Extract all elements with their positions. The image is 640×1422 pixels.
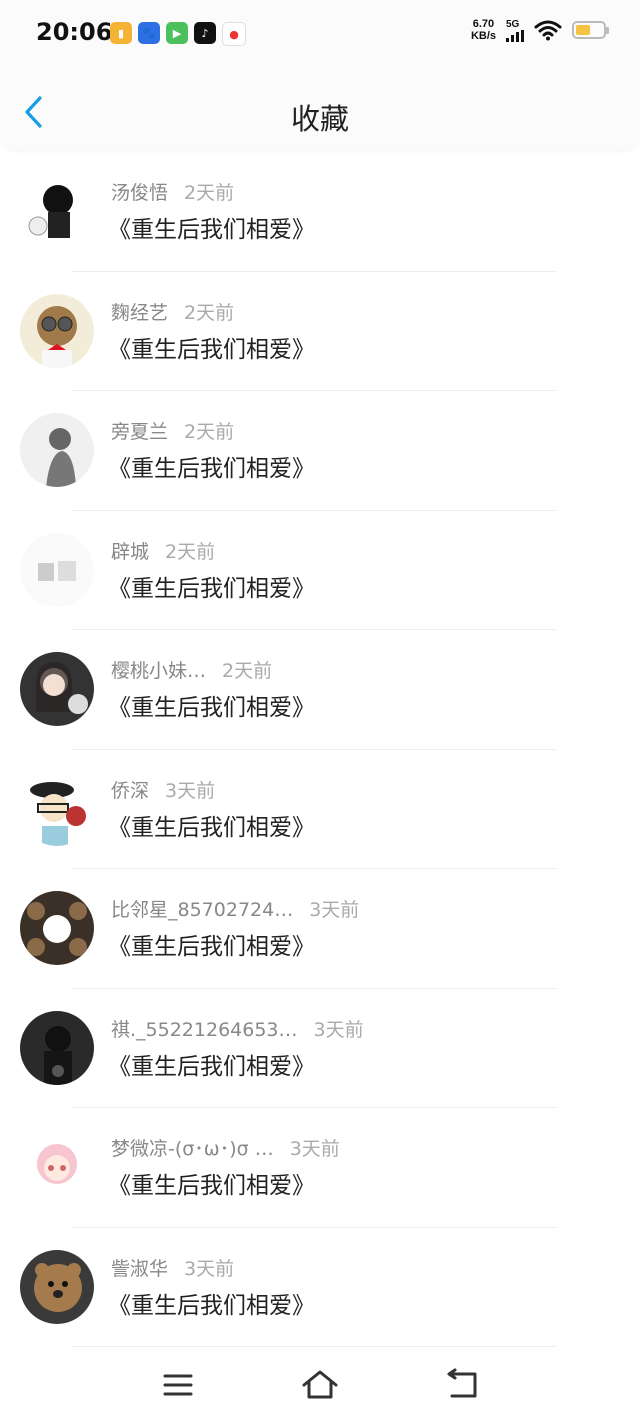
item-meta: 比邻星_85702724… 3天前 [111, 895, 359, 922]
book-title[interactable]: 《重生后我们相爱》 [108, 330, 315, 364]
item-meta: 旁夏兰 2天前 [111, 417, 234, 444]
item-meta: 侨深 3天前 [111, 776, 215, 803]
timestamp: 3天前 [309, 899, 360, 921]
book-title[interactable]: 《重生后我们相爱》 [108, 1047, 315, 1081]
avatar[interactable] [20, 1130, 94, 1204]
timestamp: 3天前 [289, 1138, 340, 1160]
favorites-list: 汤俊悟 2天前 《重生后我们相爱》 麴经艺 2天前 《重生后我们相爱》 旁夏兰 2天前 《重生后… [0, 152, 640, 1347]
favorite-list-item[interactable]: 侨深 3天前《重生后我们相爱》 [0, 750, 640, 869]
item-meta: 訾淑华 3天前 [111, 1254, 234, 1281]
avatar[interactable] [20, 771, 94, 846]
divider [72, 1346, 556, 1347]
page-header: 收藏 [0, 68, 640, 150]
item-meta: 汤俊悟 2天前 [111, 178, 234, 205]
timestamp: 2天前 [184, 421, 235, 443]
status-time: 20:06 [36, 18, 113, 46]
book-title[interactable]: 《重生后我们相爱》 [108, 1166, 315, 1200]
home-button[interactable] [300, 1368, 340, 1402]
system-nav-bar [0, 1352, 640, 1422]
timestamp: 2天前 [165, 540, 216, 563]
item-meta: 梦微凉-(σ･ω･)σ … 3天前 [111, 1134, 340, 1161]
username[interactable]: 辟城 [111, 541, 149, 563]
page-title: 收藏 [290, 102, 349, 136]
timestamp: 2天前 [184, 301, 235, 324]
menu-button[interactable] [158, 1368, 198, 1402]
home-icon [302, 1370, 338, 1399]
book-title[interactable]: 《重生后我们相爱》 [108, 210, 315, 244]
avatar[interactable] [20, 1249, 94, 1324]
username[interactable]: 汤俊悟 [111, 182, 168, 204]
favorite-list-item[interactable]: 比邻星_85702724… 3天前《重生后我们相爱》 [0, 869, 640, 989]
username[interactable]: 梦微凉-(σ･ω･)σ … [111, 1138, 274, 1160]
favorite-list-item[interactable]: 汤俊悟 2天前《重生后我们相爱》 [0, 152, 640, 272]
book-title[interactable]: 《重生后我们相爱》 [108, 688, 315, 722]
menu-icon [163, 1374, 193, 1396]
timestamp: 2天前 [184, 182, 235, 204]
book-title[interactable]: 《重生后我们相爱》 [108, 927, 315, 961]
avatar[interactable] [20, 532, 94, 607]
book-title[interactable]: 《重生后我们相爱》 [108, 1286, 315, 1320]
network-speed: 6.70 KB/s [471, 18, 496, 42]
timestamp: 3天前 [313, 1018, 364, 1041]
favorite-list-item[interactable]: 麴经艺 2天前《重生后我们相爱》 [0, 272, 640, 391]
item-meta: 辟城 2天前 [111, 537, 215, 564]
favorite-list-item[interactable]: 旁夏兰 2天前《重生后我们相爱》 [0, 391, 640, 511]
network-speed-unit: KB/s [470, 30, 496, 42]
baidu-icon: 🐾 [138, 22, 160, 44]
avatar[interactable] [20, 1010, 94, 1085]
username[interactable]: 比邻星_85702724… [111, 899, 293, 921]
timestamp: 2天前 [222, 660, 273, 682]
username[interactable]: 旁夏兰 [111, 421, 168, 443]
username[interactable]: 祺._55221264653… [111, 1019, 298, 1041]
book-title[interactable]: 《重生后我们相爱》 [108, 449, 315, 483]
network-speed-value: 6.70 [472, 18, 495, 30]
username[interactable]: 侨深 [111, 780, 149, 802]
video-app-icon: ▶ [166, 22, 188, 44]
battery-level [576, 25, 591, 35]
item-meta: 祺._55221264653… 3天前 [111, 1015, 364, 1042]
username[interactable]: 麴经艺 [111, 302, 168, 324]
book-title[interactable]: 《重生后我们相爱》 [108, 808, 315, 842]
status-bar: 20:06 ▮ 🐾 ▶ ♪ ● 6.70 KB/s 5G [0, 0, 640, 68]
map-pin-icon: ● [222, 22, 246, 46]
app-notification-icon: ▮ [110, 22, 132, 44]
avatar[interactable] [20, 413, 94, 487]
username[interactable]: 訾淑华 [111, 1258, 168, 1280]
book-title[interactable]: 《重生后我们相爱》 [108, 569, 315, 603]
avatar[interactable] [20, 891, 94, 965]
timestamp: 3天前 [165, 779, 216, 802]
timestamp: 3天前 [184, 1257, 235, 1280]
return-icon [447, 1368, 477, 1398]
tiktok-icon: ♪ [194, 22, 216, 44]
recent-back-button[interactable] [442, 1368, 482, 1402]
favorite-list-item[interactable]: 樱桃小妹… 2天前《重生后我们相爱》 [0, 630, 640, 750]
cellular-signal-icon: 5G [506, 19, 524, 42]
network-type: 5G [506, 18, 520, 30]
wifi-icon [534, 20, 562, 41]
item-meta: 樱桃小妹… 2天前 [111, 656, 272, 683]
favorite-list-item[interactable]: 梦微凉-(σ･ω･)σ … 3天前《重生后我们相爱》 [0, 1108, 640, 1228]
favorite-list-item[interactable]: 辟城 2天前《重生后我们相爱》 [0, 511, 640, 630]
avatar[interactable] [20, 174, 94, 248]
avatar[interactable] [20, 293, 94, 368]
notification-icons: ▮ 🐾 ▶ ♪ ● [110, 22, 246, 46]
username[interactable]: 樱桃小妹… [111, 660, 206, 682]
item-meta: 麴经艺 2天前 [111, 298, 234, 325]
avatar[interactable] [20, 652, 94, 726]
favorite-list-item[interactable]: 訾淑华 3天前《重生后我们相爱》 [0, 1228, 640, 1347]
battery-icon [572, 21, 609, 39]
favorite-list-item[interactable]: 祺._55221264653… 3天前《重生后我们相爱》 [0, 989, 640, 1108]
